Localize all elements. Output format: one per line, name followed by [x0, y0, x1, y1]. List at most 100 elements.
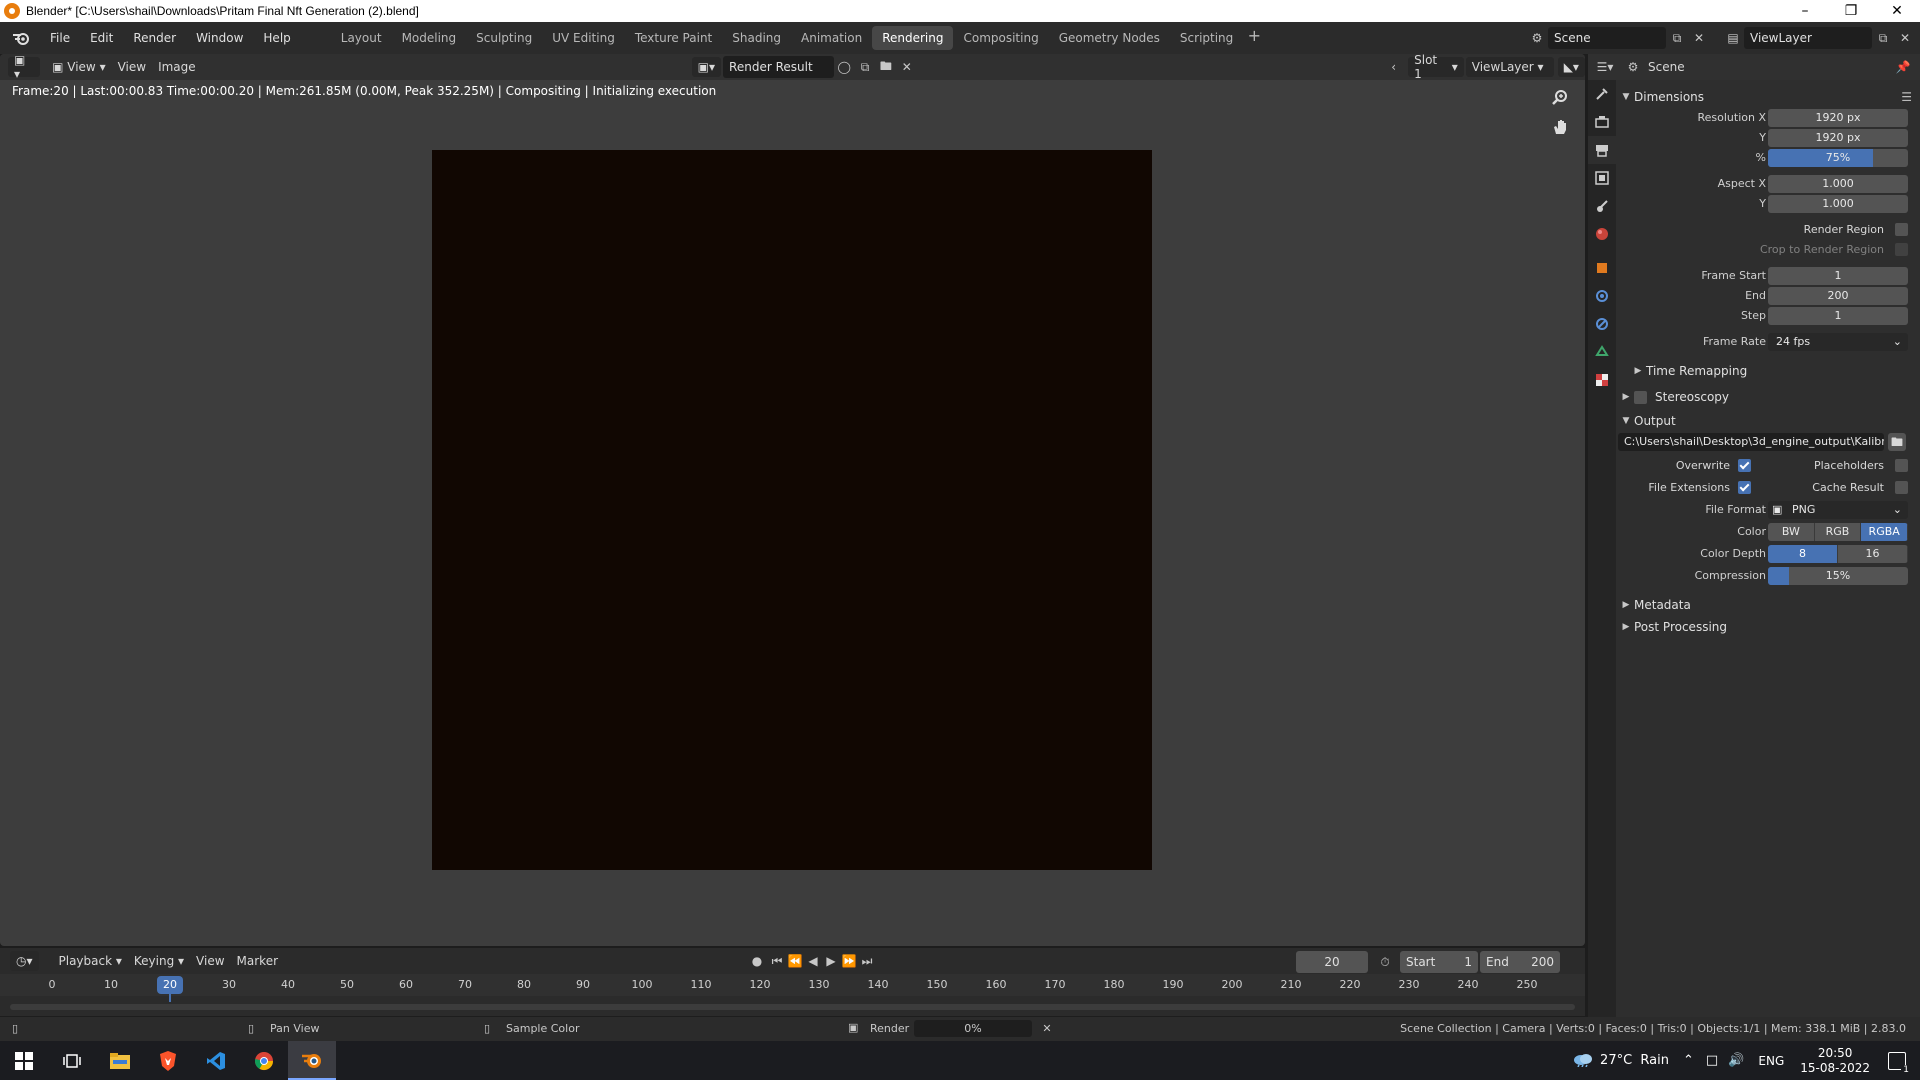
- menu-window[interactable]: Window: [186, 26, 253, 50]
- dimensions-panel-header[interactable]: ▼ Dimensions ☰: [1618, 86, 1920, 108]
- prev-keyframe-icon[interactable]: ⏪: [786, 950, 804, 972]
- tray-overflow-icon[interactable]: ⌃: [1683, 1053, 1694, 1068]
- render-region-checkbox[interactable]: [1895, 223, 1908, 236]
- tab-scripting[interactable]: Scripting: [1170, 26, 1243, 50]
- weather-cloud-icon[interactable]: [1572, 1051, 1594, 1071]
- windows-start-icon[interactable]: [0, 1041, 48, 1080]
- color-depth-8-option[interactable]: 8: [1768, 545, 1838, 563]
- stereoscopy-checkbox[interactable]: [1634, 390, 1647, 404]
- tab-animation[interactable]: Animation: [791, 26, 872, 50]
- tab-compositing[interactable]: Compositing: [953, 26, 1048, 50]
- cache-result-checkbox[interactable]: [1895, 481, 1908, 494]
- render-result-image[interactable]: [432, 150, 1152, 870]
- unlink-image-icon[interactable]: ✕: [896, 56, 917, 78]
- file-extensions-checkbox[interactable]: [1738, 481, 1751, 494]
- next-keyframe-icon[interactable]: ⏩: [840, 950, 858, 972]
- metadata-panel-header[interactable]: ▶ Metadata: [1618, 594, 1920, 616]
- cancel-render-icon[interactable]: ✕: [1038, 1020, 1056, 1037]
- color-rgba-option[interactable]: RGBA: [1861, 523, 1908, 541]
- timeline-ruler[interactable]: 0 10 20 30 40 50 60 70 80 90 100 110 120 130 140 150 160…: [0, 974, 1585, 1002]
- current-frame-field[interactable]: 20: [1296, 951, 1368, 973]
- properties-editor-type-icon[interactable]: ☰▾: [1594, 56, 1616, 78]
- aspect-y-field[interactable]: 1.000: [1768, 195, 1908, 213]
- physics-tab-icon[interactable]: [1588, 310, 1616, 338]
- compression-slider[interactable]: 15%: [1768, 567, 1908, 585]
- close-window-button[interactable]: ✕: [1874, 0, 1920, 22]
- display-channels-icon[interactable]: ◣▾: [1557, 57, 1585, 77]
- modifier-tab-icon[interactable]: [1588, 282, 1616, 310]
- tab-modeling[interactable]: Modeling: [392, 26, 467, 50]
- new-viewlayer-icon[interactable]: ⧉: [1872, 27, 1894, 49]
- frame-start-field[interactable]: 1: [1768, 267, 1908, 285]
- stopwatch-icon[interactable]: ⏱: [1374, 951, 1396, 973]
- crop-region-checkbox[interactable]: [1895, 243, 1908, 256]
- texture-tab-icon[interactable]: [1588, 366, 1616, 394]
- keying-menu[interactable]: Keying ▾: [128, 951, 190, 971]
- timeline-scrollbar[interactable]: [10, 1004, 1575, 1010]
- scene-name-field[interactable]: Scene: [1548, 27, 1666, 49]
- notification-center-icon[interactable]: 1: [1888, 1051, 1911, 1075]
- object-tab-icon[interactable]: [1588, 254, 1616, 282]
- chrome-icon[interactable]: [240, 1041, 288, 1080]
- timeline-view-menu[interactable]: View: [190, 951, 230, 971]
- playback-menu[interactable]: Playback ▾: [53, 951, 128, 971]
- collapse-arrow-icon[interactable]: ‹: [1383, 56, 1404, 78]
- blender-taskbar-icon[interactable]: [288, 1041, 336, 1080]
- view-mode-dropdown[interactable]: ▣ View ▾: [46, 57, 111, 77]
- scene-selector[interactable]: ⚙ Scene ⧉ ✕: [1526, 26, 1716, 50]
- frame-end-field[interactable]: 200: [1768, 287, 1908, 305]
- world-tab-icon[interactable]: [1588, 220, 1616, 248]
- play-reverse-icon[interactable]: ◀: [804, 950, 822, 972]
- viewlayer-name-field[interactable]: ViewLayer: [1744, 27, 1872, 49]
- end-frame-field[interactable]: End 200: [1480, 951, 1560, 973]
- viewlayer-icon[interactable]: ▤: [1722, 27, 1744, 49]
- color-depth-16-option[interactable]: 16: [1838, 545, 1908, 563]
- overwrite-checkbox[interactable]: [1738, 459, 1751, 472]
- weather-text[interactable]: 27°C Rain: [1600, 1053, 1669, 1068]
- resolution-percent-slider[interactable]: 75%: [1768, 149, 1908, 167]
- open-image-icon[interactable]: 🖿: [876, 56, 897, 78]
- viewlayer-selector[interactable]: ▤ ViewLayer ⧉ ✕: [1722, 26, 1918, 50]
- jump-start-icon[interactable]: ⏮: [768, 950, 786, 972]
- resolution-x-field[interactable]: 1920 px: [1768, 109, 1908, 127]
- new-scene-icon[interactable]: ⧉: [1666, 27, 1688, 49]
- view-layer-tab-icon[interactable]: [1588, 164, 1616, 192]
- output-panel-header[interactable]: ▼ Output: [1618, 410, 1920, 432]
- post-processing-panel-header[interactable]: ▶ Post Processing: [1618, 616, 1920, 638]
- delete-scene-icon[interactable]: ✕: [1688, 27, 1710, 49]
- image-browse-icon[interactable]: ▣▾: [691, 57, 722, 77]
- record-icon[interactable]: ●: [746, 950, 768, 972]
- file-explorer-icon[interactable]: [96, 1041, 144, 1080]
- pan-hand-icon[interactable]: [1547, 114, 1573, 140]
- tab-uv-editing[interactable]: UV Editing: [542, 26, 625, 50]
- output-path-field[interactable]: C:\Users\shail\Desktop\3d_engine_output\…: [1618, 433, 1884, 451]
- marker-menu[interactable]: Marker: [231, 951, 284, 971]
- vscode-icon[interactable]: [192, 1041, 240, 1080]
- pin-icon[interactable]: 📌: [1892, 56, 1914, 78]
- menu-edit[interactable]: Edit: [80, 26, 123, 50]
- menu-help[interactable]: Help: [253, 26, 300, 50]
- object-data-tab-icon[interactable]: [1588, 338, 1616, 366]
- output-tab-icon[interactable]: [1588, 136, 1616, 164]
- blender-logo-icon[interactable]: [10, 27, 32, 49]
- timeline-playhead[interactable]: 20: [157, 976, 183, 994]
- network-icon[interactable]: □: [1706, 1053, 1718, 1068]
- tab-rendering[interactable]: Rendering: [872, 26, 954, 50]
- language-indicator[interactable]: ENG: [1758, 1054, 1784, 1068]
- stereoscopy-panel-header[interactable]: ▶ Stereoscopy: [1618, 386, 1920, 408]
- timeline-editor-type-icon[interactable]: ◷▾: [10, 951, 39, 971]
- render-layer-dropdown[interactable]: ViewLayer ▾: [1465, 57, 1554, 77]
- render-tab-icon[interactable]: [1588, 108, 1616, 136]
- clock[interactable]: 20:50 15-08-2022: [1800, 1046, 1870, 1076]
- menu-file[interactable]: File: [40, 26, 80, 50]
- tab-shading[interactable]: Shading: [722, 26, 791, 50]
- tool-tab-icon[interactable]: [1588, 80, 1616, 108]
- image-name-field[interactable]: Render Result: [723, 56, 834, 78]
- placeholders-checkbox[interactable]: [1895, 459, 1908, 472]
- zoom-icon[interactable]: [1547, 84, 1573, 110]
- add-workspace-icon[interactable]: +: [1243, 26, 1265, 50]
- presets-list-icon[interactable]: ☰: [1901, 90, 1912, 104]
- fake-user-icon[interactable]: ◯: [834, 56, 855, 78]
- jump-end-icon[interactable]: ⏭: [858, 950, 876, 972]
- volume-icon[interactable]: 🔊: [1728, 1053, 1744, 1068]
